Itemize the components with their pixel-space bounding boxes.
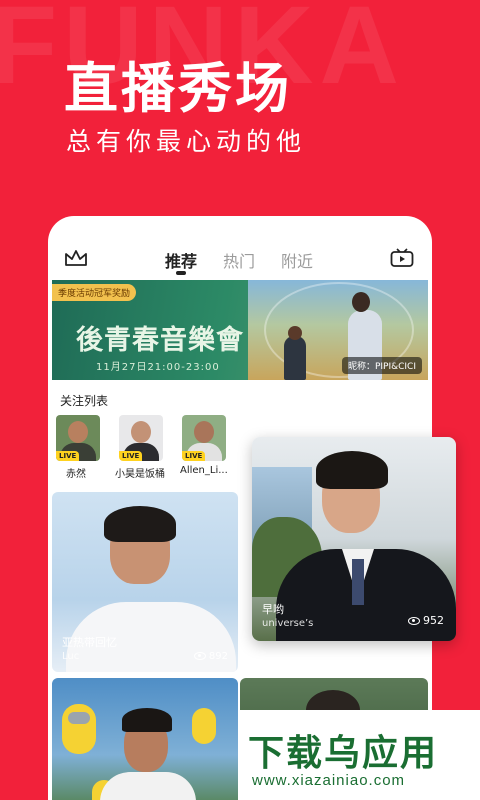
follow-item[interactable]: LIVE Allen_Li... xyxy=(180,415,228,476)
avatar: LIVE xyxy=(119,415,163,461)
card-subtitle: Luc xyxy=(62,651,80,662)
featured-card-viewers: 952 xyxy=(408,614,444,627)
minion-goggle xyxy=(68,712,90,724)
card-photo-body xyxy=(100,772,196,800)
banner-tag: 季度活动冠军奖励 xyxy=(52,284,137,301)
card-viewer-count: 892 xyxy=(208,651,228,662)
featured-photo-hair xyxy=(316,451,388,489)
featured-card-meta: 早哟 universe’s xyxy=(262,601,313,629)
featured-card-title: 早哟 xyxy=(262,603,284,616)
follow-item[interactable]: LIVE 赤然 xyxy=(56,415,100,480)
live-card[interactable] xyxy=(52,678,238,800)
top-bar: 推荐 热门 附近 xyxy=(48,216,432,280)
active-tab-indicator xyxy=(176,271,186,275)
banner-nickname: 昵称：PIPI&CICI xyxy=(341,357,422,374)
card-photo-hair xyxy=(104,506,176,542)
card-meta: 亚热带回忆 Luc xyxy=(62,634,117,662)
site-watermark: 下载乌应用 www.xiazainiao.com xyxy=(238,710,480,800)
minion-figure xyxy=(192,708,216,744)
site-watermark-title: 下载乌应用 xyxy=(248,733,439,774)
follow-list-title: 关注列表 xyxy=(60,394,109,408)
featured-live-card[interactable]: 早哟 universe’s 952 xyxy=(252,437,456,641)
follow-name: Allen_Li... xyxy=(180,465,228,476)
eye-icon xyxy=(408,617,420,625)
follow-name: 小昊是饭桶 xyxy=(115,469,165,480)
follow-name: 赤然 xyxy=(66,469,86,480)
hero-subtitle: 总有你最心动的他 xyxy=(66,127,307,156)
follow-item[interactable]: LIVE 小昊是饭桶 xyxy=(115,415,165,480)
crown-icon[interactable] xyxy=(64,249,88,267)
eye-icon xyxy=(193,652,206,660)
card-title: 亚热带回忆 xyxy=(62,636,117,649)
card-photo-hair xyxy=(122,708,172,732)
event-banner[interactable]: 季度活动冠军奖励 後青春音樂會 11月27日21:00-23:00 昵称：PIP… xyxy=(52,280,428,380)
avatar: LIVE xyxy=(182,415,226,461)
live-badge: LIVE xyxy=(119,451,143,461)
featured-card-subtitle: universe’s xyxy=(262,618,314,629)
site-watermark-url: www.xiazainiao.com xyxy=(252,772,406,789)
live-card[interactable]: 亚热带回忆 Luc 892 xyxy=(52,492,238,672)
avatar: LIVE xyxy=(56,415,100,461)
tab-recommend[interactable]: 推荐 xyxy=(165,248,197,272)
banner-date: 11月27日21:00-23:00 xyxy=(96,362,220,373)
live-badge: LIVE xyxy=(56,451,80,461)
live-badge: LIVE xyxy=(182,451,206,461)
featured-viewer-count: 952 xyxy=(423,614,444,627)
tab-nearby[interactable]: 附近 xyxy=(281,248,313,272)
featured-photo-tie xyxy=(352,559,364,605)
banner-person-left xyxy=(284,336,306,380)
banner-person-left-head xyxy=(288,326,302,340)
card-viewers: 892 xyxy=(193,651,228,662)
tab-hot[interactable]: 热门 xyxy=(223,248,255,272)
banner-title: 後青春音樂會 xyxy=(76,325,244,356)
hero-title: 直播秀场 xyxy=(64,57,292,120)
live-tv-icon[interactable] xyxy=(390,248,414,268)
banner-person-right-head xyxy=(352,292,370,312)
